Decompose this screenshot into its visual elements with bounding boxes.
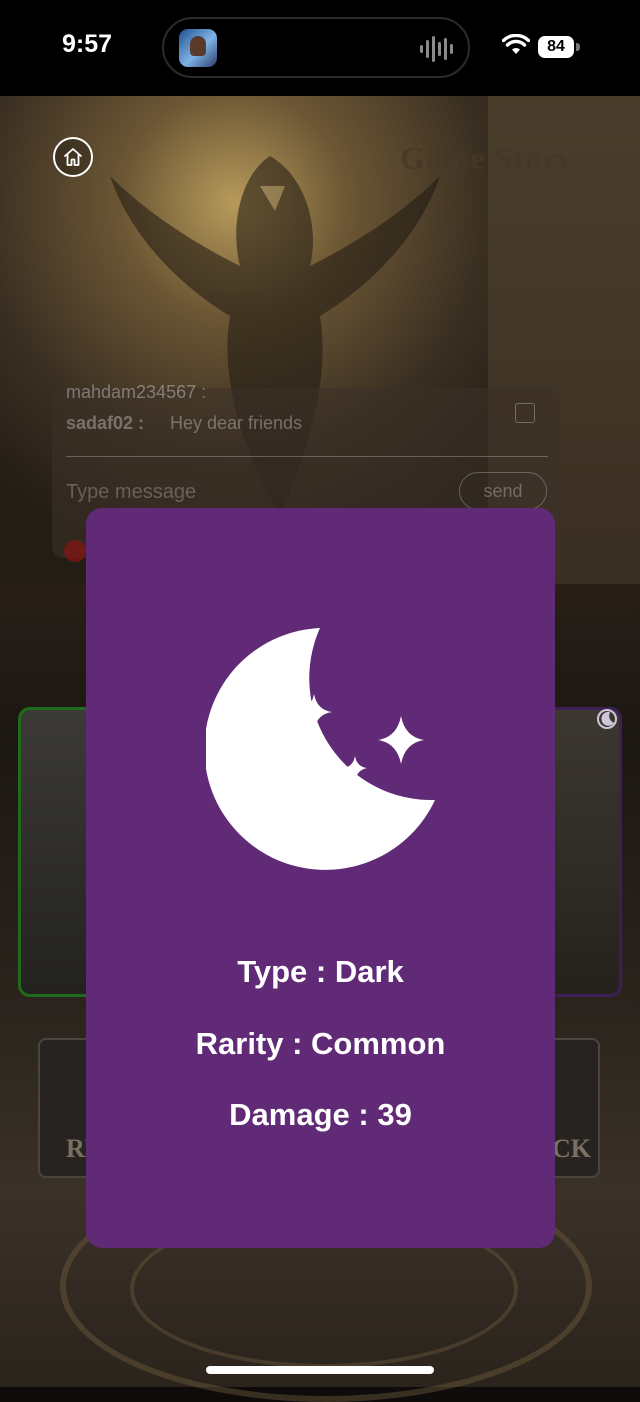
notification-dot: [64, 540, 86, 562]
card-rarity: Rarity : Common: [195, 1026, 446, 1061]
card-detail-modal[interactable]: Type : Dark Rarity : Common Damage : 39: [86, 508, 555, 1248]
dynamic-island[interactable]: [162, 17, 470, 78]
app-icon[interactable]: [179, 29, 217, 67]
home-button[interactable]: [53, 137, 93, 177]
send-button[interactable]: send: [459, 472, 547, 510]
battery-icon: 84: [538, 36, 574, 58]
game-story-title[interactable]: Game Story: [400, 140, 574, 177]
status-time: 9:57: [62, 30, 113, 58]
wifi-icon: [502, 34, 530, 54]
status-bar: 9:57 84: [0, 0, 640, 96]
chat-previous-message: mahdam234567 :: [66, 382, 207, 402]
chat-divider: [66, 456, 548, 457]
home-indicator[interactable]: [206, 1366, 434, 1374]
moon-stars-icon: [206, 628, 435, 870]
battery-tip: [576, 43, 580, 51]
right-action-button[interactable]: CK: [548, 1038, 600, 1178]
moon-icon: [597, 709, 617, 729]
chat-username: sadaf02 :: [66, 413, 145, 433]
right-action-label: CK: [552, 1134, 591, 1163]
home-icon: [64, 148, 82, 166]
card-type: Type : Dark: [237, 954, 404, 989]
battery-level: 84: [547, 38, 565, 55]
audio-wave-icon: [420, 36, 453, 62]
chat-input[interactable]: Type message: [66, 481, 196, 504]
chat-scroll-icon[interactable]: [515, 403, 535, 423]
chat-message: Hey dear friends: [170, 413, 303, 433]
card-damage: Damage : 39: [229, 1097, 412, 1132]
